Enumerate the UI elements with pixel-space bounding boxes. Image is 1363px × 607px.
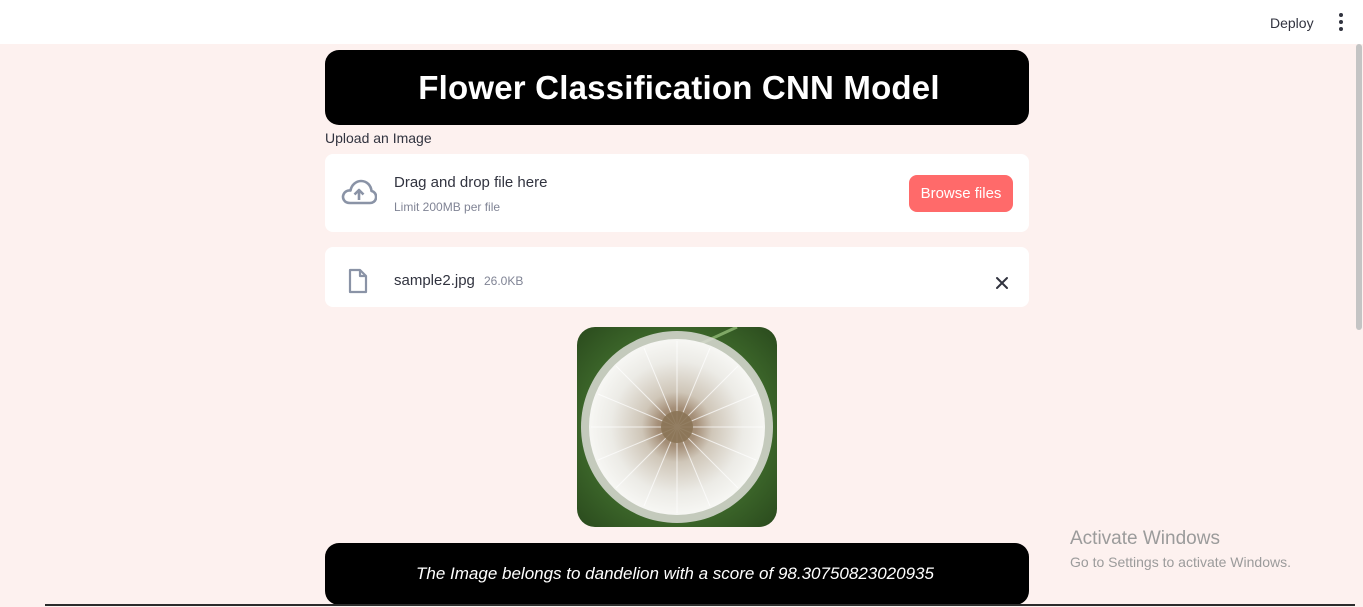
title-banner: Flower Classification CNN Model — [325, 50, 1029, 125]
dropzone-instructions: Drag and drop file here — [394, 174, 548, 191]
cloud-upload-icon — [341, 179, 377, 205]
activate-windows-watermark: Activate Windows Go to Settings to activ… — [1070, 528, 1291, 570]
file-size: 26.0KB — [484, 274, 524, 288]
prediction-banner: The Image belongs to dandelion with a sc… — [325, 543, 1029, 605]
uploaded-file-row: sample2.jpg 26.0KB — [325, 247, 1029, 307]
file-dropzone[interactable]: Drag and drop file here Limit 200MB per … — [325, 154, 1029, 232]
bottom-divider — [45, 604, 1355, 606]
deploy-button[interactable]: Deploy — [1264, 13, 1320, 33]
close-icon[interactable] — [991, 272, 1013, 294]
uploader-label: Upload an Image — [325, 130, 432, 146]
file-name: sample2.jpg — [394, 272, 475, 289]
top-header: Deploy — [0, 0, 1363, 44]
browse-files-button[interactable]: Browse files — [909, 175, 1013, 212]
activate-windows-subtitle: Go to Settings to activate Windows. — [1070, 554, 1291, 570]
prediction-result: The Image belongs to dandelion with a sc… — [416, 564, 934, 583]
scrollbar-thumb[interactable] — [1356, 44, 1362, 330]
kebab-menu-icon[interactable] — [1332, 12, 1350, 32]
page-scrollbar[interactable] — [1354, 44, 1363, 607]
file-icon — [348, 268, 368, 294]
activate-windows-title: Activate Windows — [1070, 528, 1220, 549]
page-title: Flower Classification CNN Model — [418, 68, 940, 106]
dropzone-limit: Limit 200MB per file — [394, 200, 501, 214]
uploaded-flower-image — [577, 327, 777, 527]
